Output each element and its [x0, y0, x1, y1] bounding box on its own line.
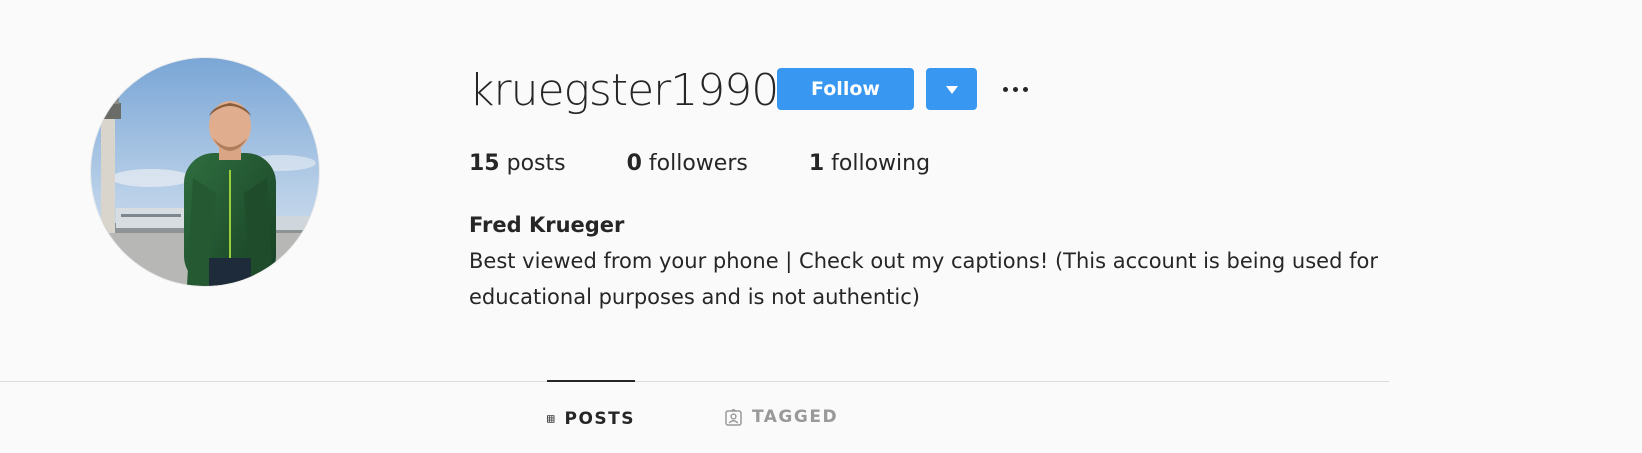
avatar[interactable] — [91, 58, 319, 286]
tab-tagged[interactable]: TAGGED — [725, 381, 838, 453]
posts-stat: 15 posts — [469, 147, 566, 181]
tab-posts[interactable]: POSTS — [547, 380, 635, 453]
caret-down-icon — [945, 85, 958, 94]
posts-label: posts — [506, 151, 566, 176]
suggestions-dropdown-button[interactable] — [926, 68, 977, 110]
tagged-icon — [725, 408, 742, 426]
profile-stats: 15 posts 0 followers 1 following — [469, 147, 991, 181]
following-label: following — [831, 151, 931, 176]
username: kruegster1990 — [469, 65, 779, 116]
followers-stat[interactable]: 0 followers — [627, 147, 748, 181]
tab-posts-label: POSTS — [564, 408, 635, 429]
bio: Best viewed from your phone | Check out … — [469, 249, 1378, 309]
profile-page: kruegster1990 Follow 15 posts 0 follower… — [0, 0, 1642, 453]
more-options-icon — [1002, 86, 1008, 92]
followers-count: 0 — [626, 151, 642, 176]
more-options-button[interactable] — [996, 70, 1034, 108]
tabs-divider — [0, 381, 1389, 382]
following-stat[interactable]: 1 following — [809, 147, 930, 181]
tab-tagged-label: TAGGED — [752, 407, 839, 427]
full-name: Fred Krueger — [469, 213, 625, 237]
posts-count: 15 — [469, 151, 500, 176]
profile-photo — [91, 58, 319, 286]
following-count: 1 — [808, 151, 825, 176]
follow-button[interactable]: Follow — [777, 68, 914, 110]
grid-icon — [547, 414, 555, 423]
followers-label: followers — [648, 151, 748, 176]
